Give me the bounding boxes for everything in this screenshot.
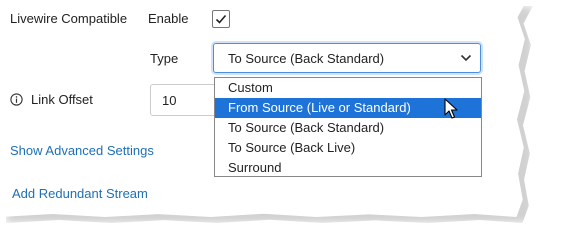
type-select-value: To Source (Back Standard) [228,51,385,66]
link-offset-label: Link Offset [31,92,93,107]
dropdown-option-label: To Source (Back Live) [228,140,356,155]
dropdown-option-from-source[interactable]: From Source (Live or Standard) [215,98,481,118]
check-icon [215,14,227,24]
info-icon [10,93,23,106]
chevron-down-icon [460,54,472,62]
type-label: Type [150,51,179,66]
type-dropdown-list: Custom From Source (Live or Standard) To… [214,77,482,177]
dropdown-option-label: Custom [228,80,273,95]
link-offset-input[interactable]: 10 [150,84,220,116]
livewire-compatible-label: Livewire Compatible [10,11,128,26]
dropdown-option-label: From Source (Live or Standard) [228,100,411,115]
mouse-pointer-icon [444,98,458,119]
dropdown-option-to-source-back-live[interactable]: To Source (Back Live) [215,138,481,158]
show-advanced-settings-link[interactable]: Show Advanced Settings [10,143,154,159]
link-offset-value: 10 [162,93,177,108]
dropdown-option-label: Surround [228,160,282,175]
dropdown-option-to-source-back-standard[interactable]: To Source (Back Standard) [215,118,481,138]
enable-label: Enable [148,11,189,26]
dropdown-option-label: To Source (Back Standard) [228,120,385,135]
dropdown-option-custom[interactable]: Custom [215,78,481,98]
dropdown-option-surround[interactable]: Surround [215,158,481,178]
type-select[interactable]: To Source (Back Standard) [213,43,481,73]
enable-checkbox[interactable] [212,10,230,28]
add-redundant-stream-link[interactable]: Add Redundant Stream [12,186,148,202]
